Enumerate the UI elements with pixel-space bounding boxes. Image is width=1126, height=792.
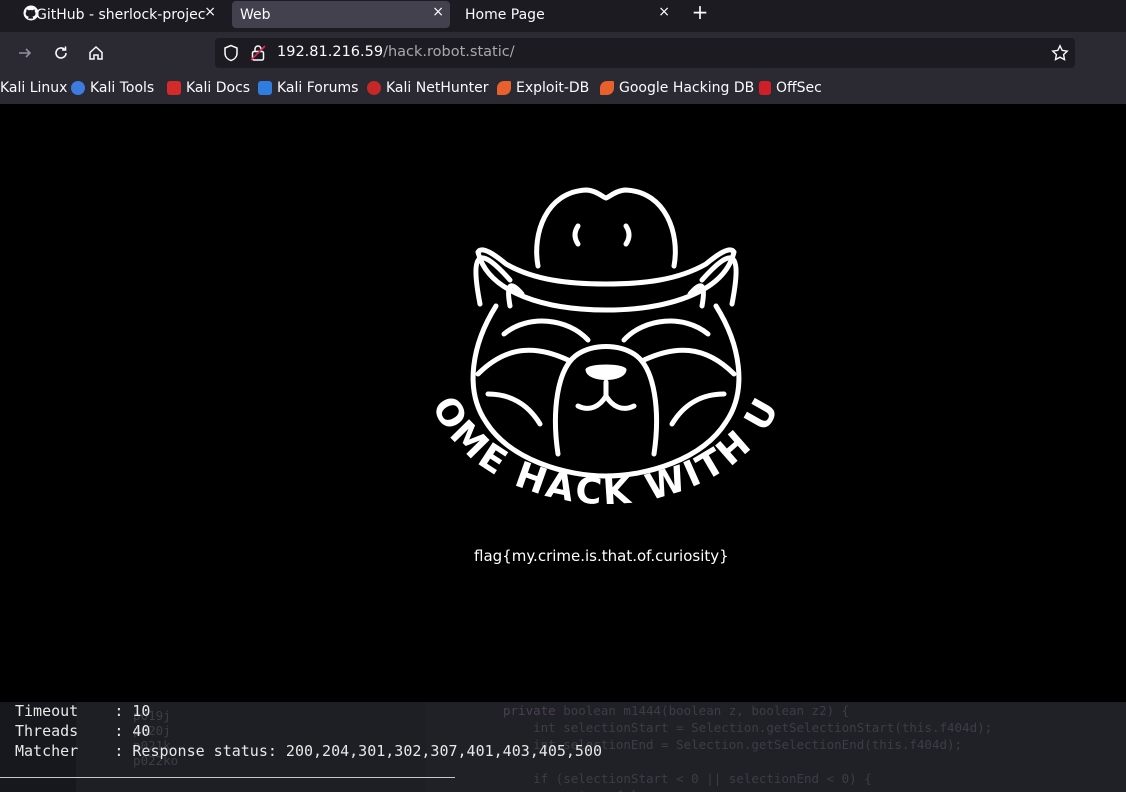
home-button[interactable]	[84, 41, 108, 65]
terminal-key: Timeout	[15, 702, 88, 720]
terminal-value: : Response status: 200,204,301,302,307,4…	[114, 742, 603, 760]
bookmark-exploit-db[interactable]: Exploit-DB	[497, 80, 589, 96]
terminal-key: Matcher	[15, 742, 88, 760]
tab-label: Web	[240, 6, 271, 23]
reload-icon	[55, 46, 67, 59]
close-tab-icon[interactable]: ×	[204, 4, 216, 20]
kali-docs-icon	[167, 81, 181, 95]
terminal-key: Threads	[15, 722, 88, 740]
come-hack-with-us-logo: COME HACK WITH US	[418, 184, 786, 504]
arrow-right-icon	[19, 48, 32, 58]
terminal-window: p019j p020j p021k p022ko private boolean…	[0, 702, 1126, 792]
bookmark-offsec[interactable]: OffSec	[759, 80, 822, 96]
bookmark-label: Kali Forums	[277, 80, 359, 96]
shield-icon[interactable]	[223, 44, 239, 66]
tab-label: Home Page	[465, 6, 545, 23]
url-path: /hack.robot.static/	[383, 44, 515, 60]
github-icon	[23, 5, 39, 25]
offsec-icon	[759, 81, 771, 95]
close-tab-icon[interactable]: ×	[432, 4, 444, 20]
bookmark-label: Google Hacking DB	[619, 80, 755, 96]
terminal-value: : 40	[114, 722, 151, 740]
bookmark-label: Kali Tools	[90, 80, 155, 96]
tab-github[interactable]: GitHub - sherlock-project ×	[8, 1, 222, 28]
terminal-line-timeout: Timeout : 10	[15, 702, 150, 720]
tab-strip: GitHub - sherlock-project × Web × Home P…	[0, 0, 1126, 32]
bookmark-kali-docs[interactable]: Kali Docs	[167, 80, 250, 96]
bookmarks-toolbar: Kali Linux Kali Tools Kali Docs Kali For…	[0, 74, 1126, 104]
navigation-toolbar: 192.81.216.59/hack.robot.static/	[0, 32, 1126, 74]
bookmark-kali-tools[interactable]: Kali Tools	[71, 80, 154, 96]
url-text[interactable]: 192.81.216.59/hack.robot.static/	[277, 44, 515, 60]
flag-text: flag{my.crime.is.that.of.curiosity}	[474, 547, 729, 565]
bookmark-label: OffSec	[776, 80, 822, 96]
bookmark-kali-linux[interactable]: Kali Linux	[0, 80, 67, 96]
close-tab-icon[interactable]: ×	[658, 4, 670, 20]
tab-web[interactable]: Web ×	[232, 1, 450, 28]
new-tab-button[interactable]: +	[690, 1, 710, 23]
terminal-line-threads: Threads : 40	[15, 722, 150, 740]
tab-home-page[interactable]: Home Page ×	[458, 1, 676, 28]
bookmark-google-hacking-db[interactable]: Google Hacking DB	[600, 80, 754, 96]
reload-button[interactable]	[49, 41, 73, 65]
bookmark-label: Kali Linux	[0, 80, 68, 96]
home-icon	[89, 45, 103, 60]
tab-label: GitHub - sherlock-project	[36, 6, 206, 23]
exploit-db-icon	[497, 81, 511, 95]
google-hacking-db-icon	[600, 81, 614, 95]
bookmark-label: Kali NetHunter	[386, 80, 489, 96]
terminal-value: : 10	[114, 702, 151, 720]
insecure-lock-icon[interactable]	[250, 44, 266, 66]
forward-button[interactable]	[13, 41, 37, 65]
url-host: 192.81.216.59	[277, 44, 384, 60]
bookmark-kali-forums[interactable]: Kali Forums	[258, 80, 358, 96]
kali-nethunter-icon	[367, 81, 381, 95]
bookmark-star-icon[interactable]	[1051, 44, 1069, 66]
kali-forums-icon	[258, 81, 272, 95]
address-bar[interactable]: 192.81.216.59/hack.robot.static/	[215, 38, 1075, 68]
bookmark-label: Exploit-DB	[516, 80, 590, 96]
page-content: COME HACK WITH US flag{my.crime.is.that.…	[0, 104, 1126, 702]
kali-tools-icon	[71, 81, 85, 95]
terminal-divider	[0, 777, 455, 778]
bookmark-kali-nethunter[interactable]: Kali NetHunter	[367, 80, 488, 96]
terminal-line-matcher: Matcher : Response status: 200,204,301,3…	[15, 742, 602, 760]
bookmark-label: Kali Docs	[186, 80, 251, 96]
